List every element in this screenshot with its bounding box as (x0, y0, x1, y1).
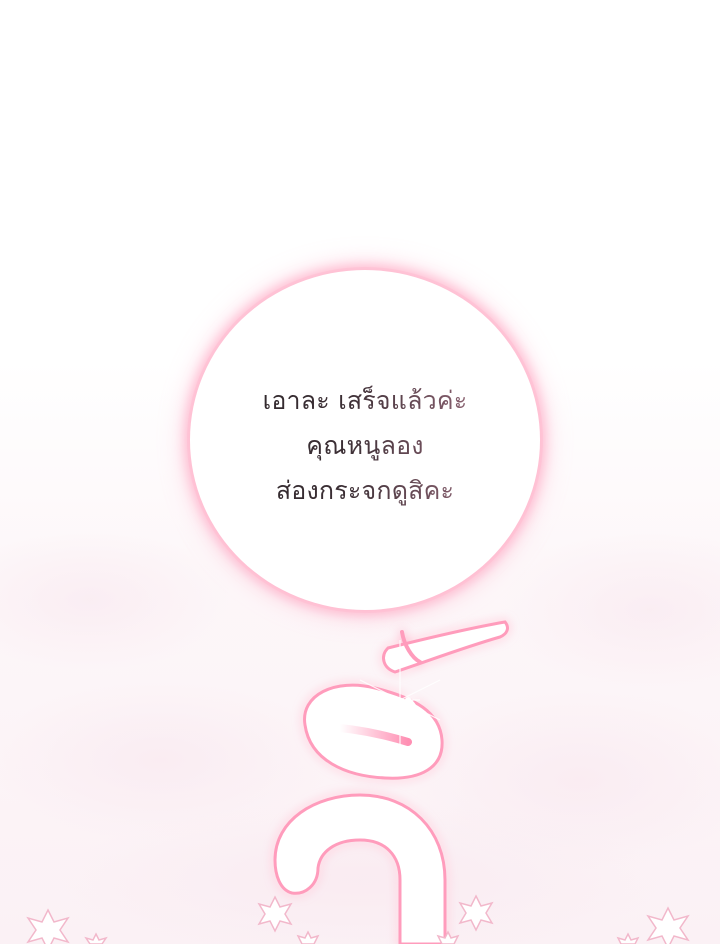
star-decorations (26, 894, 690, 944)
sound-effect-vowel-mark (303, 683, 444, 780)
star-icon (616, 932, 640, 944)
comic-panel: เอาละ เสร็จแล้วค่ะ คุณหนูลอง ส่องกระจกดู… (0, 0, 720, 944)
sound-effect-tone-mark (382, 620, 509, 674)
star-icon (26, 908, 70, 944)
star-icon (84, 932, 108, 944)
sound-effect-main-letter (273, 793, 447, 944)
star-icon (257, 895, 293, 933)
star-icon (458, 894, 494, 932)
sound-effect (26, 620, 690, 944)
star-icon (296, 930, 320, 944)
star-icon (646, 906, 690, 944)
